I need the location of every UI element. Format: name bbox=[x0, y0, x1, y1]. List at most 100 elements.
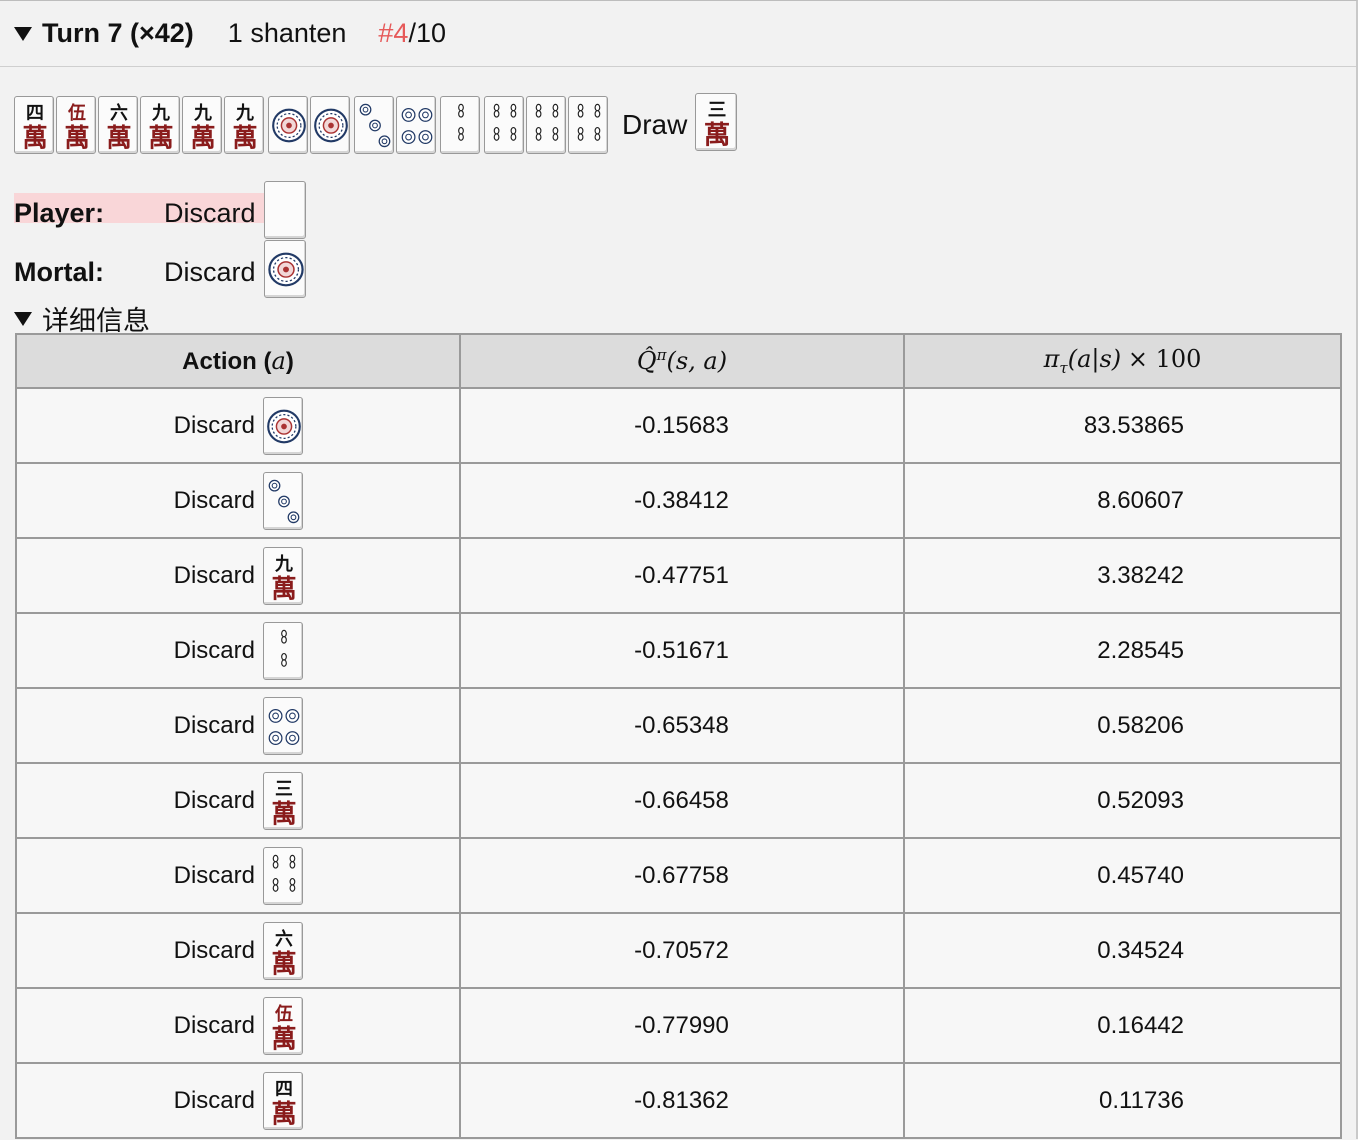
policy-value-cell: 0.11736 bbox=[903, 1062, 1342, 1139]
hand-tiles: 四 萬伍 萬六 萬九 萬九 萬九 萬 Draw 三 萬 bbox=[14, 93, 738, 156]
policy-value-cell: 8.60607 bbox=[903, 462, 1342, 539]
svg-text:六: 六 bbox=[275, 928, 293, 950]
svg-text:萬: 萬 bbox=[22, 122, 47, 152]
hand-tile-4s-icon bbox=[526, 95, 566, 154]
action-tile-2s-icon bbox=[263, 621, 303, 680]
svg-text:萬: 萬 bbox=[64, 122, 89, 152]
action-label: Discard bbox=[173, 1011, 255, 1039]
q-value-cell: -0.38412 bbox=[459, 462, 905, 539]
action-tile-5mr-icon: 伍 萬 bbox=[263, 996, 303, 1055]
policy-value-cell: 83.53865 bbox=[903, 387, 1342, 464]
player-action: Discard bbox=[164, 198, 256, 228]
player-label: Player: bbox=[14, 198, 105, 228]
turn-title: Turn 7 (×42) bbox=[42, 18, 194, 48]
mortal-tile-1p-icon bbox=[263, 240, 306, 298]
svg-text:伍: 伍 bbox=[274, 1003, 293, 1025]
header-action: Action (a) bbox=[15, 333, 461, 389]
action-tile-4m-icon: 四 萬 bbox=[263, 1071, 303, 1130]
shanten-status: 1 shanten bbox=[227, 18, 347, 48]
hand-tile-1p-icon bbox=[310, 95, 350, 154]
table-row: Discard 九 萬 -0.47751 3.38242 bbox=[15, 537, 1342, 614]
q-value-cell: -0.47751 bbox=[459, 537, 905, 614]
action-label: Discard bbox=[173, 936, 255, 964]
hand-tile-4s-icon bbox=[568, 95, 608, 154]
mortal-action: Discard bbox=[164, 257, 256, 287]
svg-text:九: 九 bbox=[274, 554, 293, 575]
rank-number: #4 bbox=[378, 18, 409, 48]
svg-text:萬: 萬 bbox=[271, 1023, 296, 1053]
action-tile-3p-icon bbox=[263, 471, 303, 530]
action-tile-4s-icon bbox=[263, 846, 303, 905]
turn-panel: Turn 7 (×42) 1 shanten #4/10 四 萬伍 萬六 萬九 … bbox=[0, 0, 1358, 1139]
expand-triangle-icon[interactable] bbox=[14, 26, 32, 41]
turn-header[interactable]: Turn 7 (×42) 1 shanten #4/10 bbox=[0, 1, 1356, 67]
action-cell: Discard bbox=[15, 387, 461, 464]
draw-tile-3m-icon: 三 萬 bbox=[695, 93, 738, 151]
table-body: Discard -0.15683 83.53865 Discard -0.38412… bbox=[15, 387, 1342, 1139]
svg-text:萬: 萬 bbox=[271, 573, 296, 603]
hand-tile-4s-icon bbox=[484, 95, 524, 154]
hand-tile-2s-icon bbox=[440, 95, 480, 154]
action-tile-1p-icon bbox=[263, 396, 303, 455]
svg-text:萬: 萬 bbox=[148, 122, 173, 152]
action-label: Discard bbox=[173, 486, 255, 514]
action-label: Discard bbox=[173, 561, 255, 589]
hand-tile-4m-icon: 四 萬 bbox=[14, 95, 54, 154]
mortal-label: Mortal: bbox=[14, 257, 104, 287]
svg-text:萬: 萬 bbox=[232, 122, 257, 152]
q-value-cell: -0.77990 bbox=[459, 987, 905, 1064]
table-row: Discard -0.38412 8.60607 bbox=[15, 462, 1342, 539]
rank-total: /10 bbox=[408, 18, 446, 48]
header-pi: πτ(a|s) × 100 bbox=[903, 333, 1342, 389]
action-cell: Discard bbox=[15, 612, 461, 689]
player-tile-slot bbox=[263, 181, 306, 246]
svg-text:九: 九 bbox=[235, 103, 254, 124]
action-tile-6m-icon: 六 萬 bbox=[263, 921, 303, 980]
hand-tile-4p-icon bbox=[396, 95, 436, 154]
action-cell: Discard bbox=[15, 837, 461, 914]
action-tile-9m-icon: 九 萬 bbox=[263, 546, 303, 605]
header-q: Q̂π(s, a) bbox=[459, 333, 905, 389]
svg-text:萬: 萬 bbox=[271, 1098, 296, 1128]
action-cell: Discard bbox=[15, 462, 461, 539]
svg-text:三: 三 bbox=[708, 101, 727, 122]
policy-value-cell: 2.28545 bbox=[903, 612, 1342, 689]
q-value-cell: -0.66458 bbox=[459, 762, 905, 839]
policy-value-cell: 0.52093 bbox=[903, 762, 1342, 839]
player-tile-3s-icon bbox=[263, 181, 306, 239]
details-triangle-icon[interactable] bbox=[14, 311, 32, 326]
q-value-cell: -0.65348 bbox=[459, 687, 905, 764]
q-value-cell: -0.51671 bbox=[459, 612, 905, 689]
action-cell: Discard 伍 萬 bbox=[15, 987, 461, 1064]
draw-tile-slot: 三 萬 bbox=[695, 93, 738, 156]
svg-text:六: 六 bbox=[110, 102, 128, 124]
table-row: Discard 伍 萬 -0.77990 0.16442 bbox=[15, 987, 1342, 1064]
action-cell: Discard 三 萬 bbox=[15, 762, 461, 839]
hand-tile-1p-icon bbox=[268, 95, 308, 154]
hand-tile-6m-icon: 六 萬 bbox=[98, 95, 138, 154]
action-cell: Discard 四 萬 bbox=[15, 1062, 461, 1139]
q-value-cell: -0.81362 bbox=[459, 1062, 905, 1139]
svg-text:九: 九 bbox=[193, 103, 212, 124]
mortal-tile-slot bbox=[263, 240, 306, 305]
svg-text:三: 三 bbox=[275, 779, 293, 800]
hand-tile-9m-icon: 九 萬 bbox=[182, 95, 222, 154]
hand-tile-3p-icon bbox=[354, 95, 394, 154]
action-tile-4p-icon bbox=[263, 696, 303, 755]
q-value-cell: -0.70572 bbox=[459, 912, 905, 989]
svg-text:萬: 萬 bbox=[271, 798, 296, 828]
hand-tile-5mr-icon: 伍 萬 bbox=[56, 95, 96, 154]
action-label: Discard bbox=[173, 636, 255, 664]
policy-value-cell: 0.58206 bbox=[903, 687, 1342, 764]
action-cell: Discard 九 萬 bbox=[15, 537, 461, 614]
policy-value-cell: 3.38242 bbox=[903, 537, 1342, 614]
action-label: Discard bbox=[173, 861, 255, 889]
action-tile-3m-icon: 三 萬 bbox=[263, 771, 303, 830]
policy-value-cell: 0.45740 bbox=[903, 837, 1342, 914]
table-row: Discard 六 萬 -0.70572 0.34524 bbox=[15, 912, 1342, 989]
action-table: Action (a) Q̂π(s, a) πτ(a|s) × 100 Disca… bbox=[15, 333, 1342, 1139]
svg-text:萬: 萬 bbox=[106, 122, 131, 152]
table-row: Discard 三 萬 -0.66458 0.52093 bbox=[15, 762, 1342, 839]
draw-label: Draw bbox=[622, 108, 688, 140]
action-cell: Discard bbox=[15, 687, 461, 764]
